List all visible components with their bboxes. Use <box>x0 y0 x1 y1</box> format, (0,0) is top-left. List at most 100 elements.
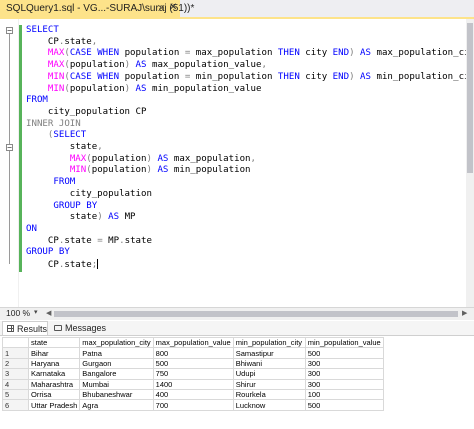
document-tab-title: SQLQuery1.sql - VG...-SURAJ\suraj (51))* <box>6 3 195 14</box>
code-line[interactable]: CP.state = MP.state <box>26 236 152 246</box>
code-line[interactable]: MIN(population) AS min_population <box>26 165 251 175</box>
column-header[interactable]: max_population_city <box>79 336 154 349</box>
column-header[interactable]: state <box>27 336 81 349</box>
row-number[interactable]: 3 <box>2 368 29 380</box>
code-token: max_population_value <box>151 60 262 71</box>
scroll-left-icon[interactable]: ◀ <box>46 309 51 317</box>
sql-code[interactable]: SELECT CP.state, MAX(CASE WHEN populatio… <box>26 25 474 271</box>
table-cell[interactable]: 500 <box>304 347 384 359</box>
code-token: MIN <box>47 71 65 82</box>
table-row[interactable]: 4 Maharashtra Mumbai 1400 Shirur 300 <box>2 378 384 390</box>
collapse-icon[interactable]: − <box>6 27 13 35</box>
code-line[interactable]: MIN(population) AS min_population_value <box>26 84 262 94</box>
column-header[interactable]: min_population_value <box>304 336 384 349</box>
zoom-level[interactable]: 100 % <box>6 308 30 318</box>
table-cell[interactable]: 700 <box>152 399 234 411</box>
editor-vertical-scrollbar[interactable] <box>466 19 474 307</box>
code-line[interactable]: state, <box>26 142 103 152</box>
horizontal-scrollbar-thumb[interactable] <box>54 311 458 317</box>
code-line[interactable]: CP.state, <box>26 37 97 47</box>
code-token: CASE WHEN <box>69 48 125 59</box>
table-row[interactable]: 1 Bihar Patna 800 Samastipur 500 <box>2 347 384 359</box>
code-line[interactable]: CP.state; <box>26 259 99 270</box>
code-line[interactable]: SELECT <box>26 25 59 35</box>
query-editor[interactable]: − − SELECT CP.state, MAX(CASE WHEN popul… <box>0 19 474 307</box>
scroll-right-icon[interactable]: ▶ <box>462 309 467 317</box>
code-line[interactable]: GROUP BY <box>26 201 97 211</box>
code-token: END <box>332 71 350 82</box>
code-token: AS <box>108 212 125 223</box>
code-line[interactable]: FROM <box>26 95 48 105</box>
code-line[interactable]: city_population CP <box>26 107 147 117</box>
table-cell[interactable]: Samastipur <box>232 347 306 359</box>
table-cell[interactable]: Bangalore <box>79 368 154 380</box>
table-row[interactable]: 3 Karnataka Bangalore 750 Udupi 300 <box>2 368 384 380</box>
collapse-icon[interactable]: − <box>6 144 13 152</box>
code-token: min_population_city <box>376 71 474 82</box>
table-cell[interactable]: 300 <box>304 357 384 370</box>
tab-results[interactable]: Results <box>2 321 48 335</box>
close-icon[interactable]: ✕ <box>169 2 177 13</box>
table-cell[interactable]: 400 <box>152 388 234 401</box>
code-line[interactable]: MAX(CASE WHEN population = max_populatio… <box>26 48 474 58</box>
table-cell[interactable]: 800 <box>152 347 234 359</box>
code-line[interactable]: FROM <box>26 177 75 187</box>
code-line[interactable]: state) AS MP <box>26 212 136 222</box>
table-cell[interactable]: Patna <box>79 347 154 359</box>
code-line[interactable]: ON <box>26 224 37 234</box>
zoom-dropdown-icon[interactable]: ▾ <box>34 308 38 316</box>
code-line[interactable]: GROUP BY <box>26 247 70 257</box>
code-token: state <box>64 235 98 246</box>
code-token: , <box>250 153 257 164</box>
table-cell[interactable]: Udupi <box>232 368 306 380</box>
row-header-corner[interactable] <box>2 336 29 349</box>
table-cell[interactable]: 300 <box>304 378 384 390</box>
row-number[interactable]: 4 <box>2 378 29 390</box>
table-row[interactable]: 5 Orrisa Bhubaneshwar 400 Rourkela 100 <box>2 388 384 401</box>
table-cell[interactable]: Uttar Pradesh <box>27 399 81 411</box>
row-number[interactable]: 6 <box>2 399 29 411</box>
table-cell[interactable]: Orrisa <box>27 388 81 401</box>
document-tab[interactable]: SQLQuery1.sql - VG...-SURAJ\suraj (51))*… <box>0 0 194 17</box>
table-cell[interactable]: Bhubaneshwar <box>79 388 154 401</box>
tab-results-label: Results <box>16 323 47 334</box>
code-line[interactable]: (SELECT <box>26 130 86 140</box>
table-cell[interactable]: 100 <box>304 388 384 401</box>
tab-messages[interactable]: Messages <box>54 321 114 335</box>
table-cell[interactable]: 500 <box>152 357 234 370</box>
column-header[interactable]: min_population_city <box>232 336 306 349</box>
table-cell[interactable]: Bhiwani <box>232 357 306 370</box>
table-cell[interactable]: Karnataka <box>27 368 81 380</box>
column-header[interactable]: max_population_value <box>152 336 234 349</box>
table-cell[interactable]: Haryana <box>27 357 81 370</box>
table-cell[interactable]: Agra <box>79 399 154 411</box>
table-cell[interactable]: 1400 <box>152 378 234 390</box>
table-cell[interactable]: 300 <box>304 368 384 380</box>
code-token: CASE WHEN <box>69 71 125 82</box>
table-cell[interactable]: Mumbai <box>79 378 154 390</box>
code-line[interactable]: MAX(population) AS max_population_value, <box>26 60 267 70</box>
row-number[interactable]: 5 <box>2 388 29 401</box>
table-cell[interactable]: Rourkela <box>232 388 306 401</box>
code-token: state <box>26 142 98 153</box>
table-cell[interactable]: 750 <box>152 368 234 380</box>
code-line[interactable]: MIN(CASE WHEN population = min_populatio… <box>26 72 474 82</box>
row-number[interactable]: 2 <box>2 357 29 370</box>
scrollbar-thumb[interactable] <box>467 23 473 173</box>
pin-icon[interactable]: ⛌ <box>158 3 165 14</box>
results-grid[interactable]: state max_population_city max_population… <box>0 336 474 429</box>
table-cell[interactable]: Gurgaon <box>79 357 154 370</box>
table-cell[interactable]: Shirur <box>232 378 306 390</box>
code-line[interactable]: INNER JOIN <box>26 119 81 129</box>
table-row[interactable]: 6 Uttar Pradesh Agra 700 Lucknow 500 <box>2 399 384 411</box>
table-cell[interactable]: Maharashtra <box>27 378 81 390</box>
code-token: population <box>91 153 147 164</box>
code-line[interactable]: MAX(population) AS max_population, <box>26 154 256 164</box>
code-token: ) <box>146 153 158 164</box>
row-number[interactable]: 1 <box>2 347 29 359</box>
table-row[interactable]: 2 Haryana Gurgaon 500 Bhiwani 300 <box>2 357 384 370</box>
table-cell[interactable]: Lucknow <box>232 399 306 411</box>
table-cell[interactable]: Bihar <box>27 347 81 359</box>
code-line[interactable]: city_population <box>26 189 152 199</box>
table-cell[interactable]: 500 <box>304 399 384 411</box>
